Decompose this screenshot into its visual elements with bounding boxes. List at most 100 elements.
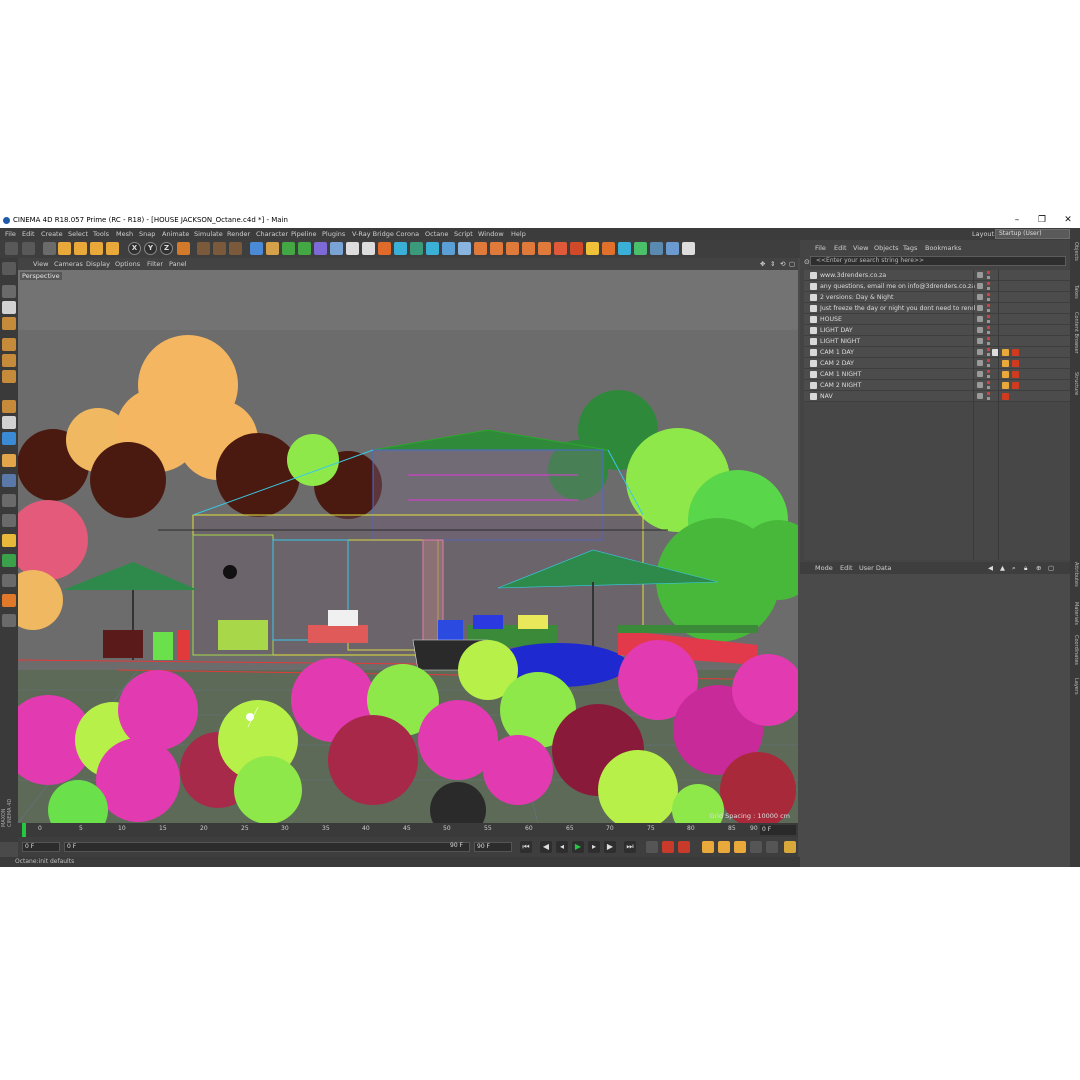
octane-camera-tag-icon[interactable]: [1012, 349, 1019, 356]
menu-plugins[interactable]: Plugins: [322, 228, 345, 240]
array-generator-icon[interactable]: [298, 242, 311, 255]
layer-visibility-icon[interactable]: [977, 349, 983, 355]
bend-deformer-icon[interactable]: [314, 242, 327, 255]
go-to-end-icon[interactable]: ⏭: [624, 841, 636, 853]
bodypaint-icon[interactable]: [2, 574, 16, 587]
plugin-globe-icon[interactable]: [618, 242, 631, 255]
layer-visibility-icon[interactable]: [977, 371, 983, 377]
layout-dropdown[interactable]: Startup (User): [995, 229, 1070, 239]
corona-render-icon[interactable]: [474, 242, 487, 255]
timeline-ruler[interactable]: 0 5 10 15 20 25 30 35 40 45 50 55 60 65 …: [18, 823, 798, 837]
compositing-tag-icon[interactable]: [1002, 360, 1009, 367]
tweak-mode-icon[interactable]: [2, 416, 16, 429]
viewport-zoom-icon[interactable]: ⇕: [770, 258, 775, 270]
edges-mode-icon[interactable]: [2, 354, 16, 367]
visibility-dots-icon[interactable]: [987, 326, 990, 334]
octane-toolbar-icon[interactable]: [2, 594, 16, 607]
z-axis-lock-button[interactable]: Z: [160, 242, 173, 255]
visibility-dots-icon[interactable]: [987, 293, 990, 301]
camera-icon[interactable]: [346, 242, 359, 255]
viewport-menu-filter[interactable]: Filter: [147, 258, 163, 270]
tab-objects[interactable]: Objects: [1071, 242, 1079, 261]
object-name[interactable]: CAM 2 DAY: [820, 358, 975, 369]
move-tool-icon[interactable]: [58, 242, 71, 255]
om-menu-view[interactable]: View: [853, 242, 868, 254]
vray-render-icon[interactable]: [538, 242, 551, 255]
viewport-menu-cameras[interactable]: Cameras: [54, 258, 83, 270]
object-name[interactable]: NAV: [820, 391, 975, 402]
object-name[interactable]: CAM 1 DAY: [820, 347, 975, 358]
compositing-tag-icon[interactable]: [1002, 371, 1009, 378]
layer-visibility-icon[interactable]: [977, 393, 983, 399]
menu-script[interactable]: Script: [454, 228, 473, 240]
om-menu-tags[interactable]: Tags: [903, 242, 917, 254]
viewport-camera-label[interactable]: Perspective: [20, 272, 62, 280]
next-frame-icon[interactable]: ▸: [588, 841, 600, 853]
model-mode-icon[interactable]: [2, 285, 16, 298]
viewport-menu-options[interactable]: Options: [115, 258, 140, 270]
enable-axis-icon[interactable]: [2, 400, 16, 413]
layer-visibility-icon[interactable]: [977, 294, 983, 300]
light-icon[interactable]: [362, 242, 375, 255]
plugin-chat-icon[interactable]: [650, 242, 663, 255]
perspective-viewport[interactable]: Perspective Grid Spacing : 10000 cm: [18, 270, 798, 823]
visibility-dots-icon[interactable]: [987, 392, 990, 400]
menu-edit[interactable]: Edit: [22, 228, 35, 240]
menu-simulate[interactable]: Simulate: [194, 228, 223, 240]
polygons-mode-icon[interactable]: [2, 370, 16, 383]
render-view-icon[interactable]: [197, 242, 210, 255]
minimize-button[interactable]: –: [1006, 213, 1028, 228]
play-icon[interactable]: ▶: [572, 841, 584, 853]
viewport-move-icon[interactable]: ✥: [760, 258, 765, 270]
visibility-dots-icon[interactable]: [987, 348, 990, 356]
om-menu-objects[interactable]: Objects: [874, 242, 899, 254]
up-arrow-icon[interactable]: ▲: [1000, 562, 1005, 574]
layer-visibility-icon[interactable]: [977, 283, 983, 289]
panel-menu-icon[interactable]: ▢: [1048, 562, 1054, 574]
max-frame-field[interactable]: 90 F: [474, 842, 512, 852]
viewport-menu-panel[interactable]: Panel: [169, 258, 187, 270]
am-menu-mode[interactable]: Mode: [815, 562, 833, 574]
menu-character[interactable]: Character: [256, 228, 288, 240]
key-parameter-icon[interactable]: [750, 841, 762, 853]
preview-range-slider[interactable]: 0 F: [64, 842, 470, 852]
render-settings-icon[interactable]: [229, 242, 242, 255]
tab-takes[interactable]: Takes: [1071, 285, 1079, 299]
menu-select[interactable]: Select: [68, 228, 88, 240]
layer-visibility-icon[interactable]: [977, 327, 983, 333]
tab-coordinates[interactable]: Coordinates: [1071, 635, 1079, 665]
object-name[interactable]: 2 versions: Day & Night: [820, 292, 975, 303]
live-selection-icon[interactable]: [43, 242, 56, 255]
object-row[interactable]: CAM 1 DAY: [804, 347, 1070, 358]
next-key-icon[interactable]: ▶: [604, 841, 616, 853]
menu-corona[interactable]: Corona: [396, 228, 419, 240]
vray-sun-icon[interactable]: [586, 242, 599, 255]
menu-pipeline[interactable]: Pipeline: [291, 228, 316, 240]
render-region-icon[interactable]: [2, 534, 16, 547]
sculpt-icon[interactable]: [2, 554, 16, 567]
menu-vray-bridge[interactable]: V-Ray Bridge: [352, 228, 394, 240]
object-name[interactable]: HOUSE: [820, 314, 975, 325]
current-frame-field[interactable]: 0 F: [22, 842, 60, 852]
menu-render[interactable]: Render: [227, 228, 250, 240]
new-panel-icon[interactable]: ⊕: [1036, 562, 1041, 574]
make-editable-icon[interactable]: [2, 262, 16, 275]
subdivision-surface-icon[interactable]: [282, 242, 295, 255]
compositing-tag-icon[interactable]: [1002, 382, 1009, 389]
octane-daylight-icon[interactable]: [426, 242, 439, 255]
points-mode-icon[interactable]: [2, 338, 16, 351]
layer-visibility-icon[interactable]: [977, 360, 983, 366]
octane-camera-icon[interactable]: [458, 242, 471, 255]
octane-object-icon[interactable]: [410, 242, 423, 255]
menu-create[interactable]: Create: [41, 228, 63, 240]
object-row[interactable]: CAM 2 DAY: [804, 358, 1070, 369]
am-menu-edit[interactable]: Edit: [840, 562, 853, 574]
menu-help[interactable]: Help: [511, 228, 526, 240]
object-name[interactable]: www.3drenders.co.za: [820, 270, 975, 281]
object-row[interactable]: HOUSE: [804, 314, 1070, 325]
plugin-extra-icon[interactable]: [682, 242, 695, 255]
rotate-tool-icon[interactable]: [90, 242, 103, 255]
object-row[interactable]: LIGHT NIGHT: [804, 336, 1070, 347]
visibility-dots-icon[interactable]: [987, 282, 990, 290]
menu-animate[interactable]: Animate: [162, 228, 189, 240]
